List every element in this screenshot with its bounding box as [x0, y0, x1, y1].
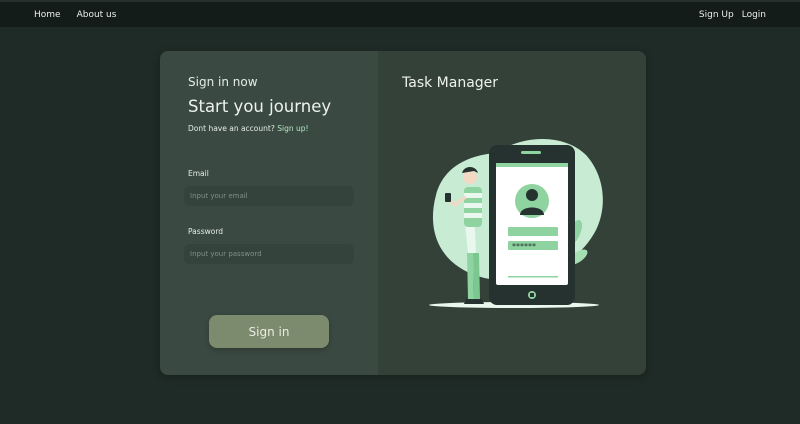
signup-link[interactable]: Sign up! [277, 124, 308, 133]
email-input[interactable] [184, 186, 354, 206]
phone-icon: ****** [489, 145, 575, 305]
nav-signup-link[interactable]: Sign Up [699, 10, 734, 20]
login-illustration: ****** [429, 138, 603, 308]
login-form-panel: Sign in now Start you journey Dont have … [160, 51, 378, 375]
signin-button[interactable]: Sign in [209, 315, 329, 348]
login-card: Sign in now Start you journey Dont have … [160, 51, 646, 375]
no-account-line: Dont have an account? Sign up! [188, 124, 308, 133]
top-navbar: Home About us Sign Up Login [0, 0, 800, 27]
no-account-text: Dont have an account? [188, 124, 275, 133]
password-mask: ****** [512, 242, 536, 251]
password-label: Password [188, 227, 224, 236]
signin-subtitle: Sign in now [188, 75, 258, 89]
nav-right-group: Sign Up Login [699, 10, 766, 20]
signin-heading: Start you journey [188, 97, 332, 116]
app-title: Task Manager [402, 75, 499, 91]
nav-left-group: Home About us [34, 10, 116, 20]
nav-about-link[interactable]: About us [77, 10, 117, 20]
password-input[interactable] [184, 244, 354, 264]
hero-panel: Task Manager ****** [378, 51, 646, 375]
nav-home-link[interactable]: Home [34, 10, 61, 20]
nav-login-link[interactable]: Login [742, 10, 766, 20]
email-label: Email [188, 169, 209, 178]
